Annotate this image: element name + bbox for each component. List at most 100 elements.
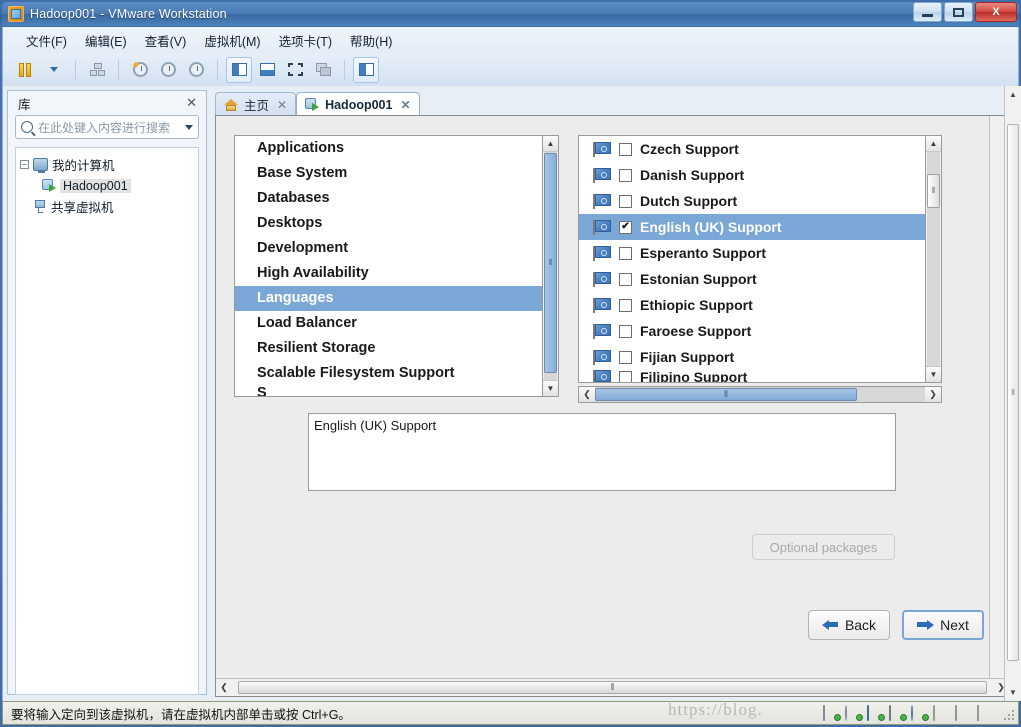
close-icon[interactable]: ✕ (277, 98, 287, 112)
category-row[interactable]: Databases (235, 186, 558, 211)
chevron-down-icon[interactable] (185, 124, 193, 130)
vm-console-view[interactable]: Applications Base System Databases Deskt… (215, 115, 1008, 697)
tree-item-my-computer[interactable]: − 我的计算机 (20, 154, 194, 175)
package-checkbox[interactable] (619, 194, 632, 208)
category-row[interactable]: Base System (235, 161, 558, 186)
full-screen-button[interactable] (282, 57, 308, 83)
category-scrollbar[interactable]: ▲ ⦀ ▼ (542, 135, 559, 397)
scroll-up-arrow-icon[interactable]: ▲ (1005, 86, 1021, 103)
package-checkbox[interactable] (619, 168, 632, 182)
camera-icon[interactable] (955, 705, 972, 721)
menu-edit[interactable]: 编辑(E) (76, 28, 136, 53)
manage-snapshots-button[interactable] (183, 57, 209, 83)
scrollbar-track[interactable]: ⦀ (595, 387, 925, 402)
scroll-down-arrow-icon[interactable]: ▼ (543, 380, 558, 396)
snapshot-manager-button[interactable] (84, 57, 110, 83)
show-library-icon (231, 63, 247, 76)
cd-dvd-icon[interactable] (845, 705, 863, 721)
package-scrollbar-horizontal[interactable]: ❮ ⦀ ❯ (578, 386, 942, 403)
tree-item-shared-vms[interactable]: 共享虚拟机 (20, 196, 194, 217)
next-button[interactable]: Next (902, 610, 984, 640)
power-button[interactable] (13, 57, 39, 83)
scroll-down-arrow-icon[interactable]: ▼ (926, 366, 941, 382)
category-row[interactable]: Scalable Filesystem Support (235, 361, 558, 386)
show-thumbnail-bar-button[interactable] (254, 57, 280, 83)
optional-packages-button[interactable]: Optional packages (752, 534, 895, 560)
menu-view[interactable]: 查看(V) (136, 28, 196, 53)
unity-mode-button[interactable] (310, 57, 336, 83)
tab-hadoop001[interactable]: Hadoop001 ✕ (296, 92, 420, 116)
network-adapter-icon[interactable] (867, 705, 885, 721)
category-row[interactable]: Desktops (235, 211, 558, 236)
package-row[interactable]: Faroese Support (579, 318, 941, 344)
keyboard-icon[interactable] (933, 705, 950, 721)
package-checkbox[interactable] (619, 298, 632, 312)
scroll-left-arrow-icon[interactable]: ❮ (579, 387, 595, 402)
take-snapshot-button[interactable]: ✹ (127, 57, 153, 83)
package-row[interactable]: Czech Support (579, 136, 941, 162)
scrollbar-track[interactable]: ⦀ (232, 679, 993, 696)
scrollbar-thumb[interactable]: ⦀ (1007, 124, 1019, 661)
menu-tabs[interactable]: 选项卡(T) (270, 28, 341, 53)
category-row[interactable]: Load Balancer (235, 311, 558, 336)
close-button[interactable]: X (975, 2, 1017, 22)
expander-icon[interactable]: − (20, 160, 29, 169)
usb-icon[interactable] (911, 705, 929, 721)
category-list[interactable]: Applications Base System Databases Deskt… (234, 135, 559, 397)
package-row-partial[interactable]: Filipino Support (579, 370, 941, 382)
close-icon[interactable]: ✕ (183, 95, 200, 111)
printer-icon[interactable] (889, 705, 907, 721)
hard-disk-icon[interactable] (823, 705, 841, 721)
tab-home[interactable]: 主页 ✕ (215, 92, 297, 116)
package-checkbox[interactable] (619, 350, 632, 364)
category-row[interactable]: Resilient Storage (235, 336, 558, 361)
package-checkbox[interactable] (619, 324, 632, 338)
package-row-english-uk[interactable]: ✔ English (UK) Support (579, 214, 941, 240)
menu-file[interactable]: 文件(F) (17, 28, 76, 53)
package-scrollbar-vertical[interactable]: ▲ ⦀ ▼ (925, 135, 942, 383)
star-icon: ✹ (131, 60, 140, 70)
close-icon[interactable]: ✕ (400, 98, 410, 112)
package-row[interactable]: Esperanto Support (579, 240, 941, 266)
search-input[interactable]: 在此处键入内容进行搜索 (15, 115, 199, 139)
package-checkbox[interactable] (619, 272, 632, 286)
tree-item-hadoop001[interactable]: Hadoop001 (20, 175, 194, 196)
power-dropdown-button[interactable] (41, 57, 67, 83)
scroll-up-arrow-icon[interactable]: ▲ (926, 136, 941, 152)
scroll-right-arrow-icon[interactable]: ❯ (925, 387, 941, 402)
scroll-up-arrow-icon[interactable]: ▲ (543, 136, 558, 152)
back-button[interactable]: Back (808, 610, 890, 640)
scroll-left-arrow-icon[interactable]: ❮ (216, 679, 232, 696)
package-checkbox-checked[interactable]: ✔ (619, 220, 632, 234)
scrollbar-thumb[interactable]: ⦀ (595, 388, 857, 401)
package-row[interactable]: Dutch Support (579, 188, 941, 214)
scrollbar-thumb[interactable]: ⦀ (238, 681, 987, 694)
package-row[interactable]: Estonian Support (579, 266, 941, 292)
menu-help[interactable]: 帮助(H) (341, 28, 401, 53)
category-row-languages[interactable]: Languages (235, 286, 558, 311)
package-row[interactable]: Fijian Support (579, 344, 941, 370)
vm-view-horizontal-scrollbar[interactable]: ❮ ⦀ ❯ (216, 678, 1007, 696)
revert-snapshot-button[interactable] (155, 57, 181, 83)
document-icon[interactable] (977, 705, 994, 721)
maximize-button[interactable] (944, 2, 973, 22)
category-row[interactable]: Development (235, 236, 558, 261)
scrollbar-thumb[interactable]: ⦀ (927, 174, 940, 208)
package-row[interactable]: Danish Support (579, 162, 941, 188)
menu-vm[interactable]: 虚拟机(M) (195, 28, 269, 53)
workspace-vertical-scrollbar[interactable]: ▲ ⦀ ▼ (1004, 86, 1021, 701)
package-checkbox[interactable] (619, 142, 632, 156)
category-row[interactable]: High Availability (235, 261, 558, 286)
show-library-button[interactable] (226, 56, 252, 83)
console-view-button[interactable] (353, 56, 379, 83)
minimize-button[interactable] (913, 2, 942, 22)
scrollbar-thumb[interactable]: ⦀ (544, 153, 557, 373)
category-row[interactable]: Applications (235, 136, 558, 161)
package-checkbox[interactable] (619, 370, 632, 382)
category-row-partial[interactable]: S (235, 386, 558, 396)
package-list[interactable]: Czech Support Danish Support Dutch Suppo… (578, 135, 942, 383)
package-row[interactable]: Ethiopic Support (579, 292, 941, 318)
package-checkbox[interactable] (619, 246, 632, 260)
scroll-down-arrow-icon[interactable]: ▼ (1005, 684, 1021, 701)
resize-grip-icon[interactable] (1001, 707, 1014, 720)
